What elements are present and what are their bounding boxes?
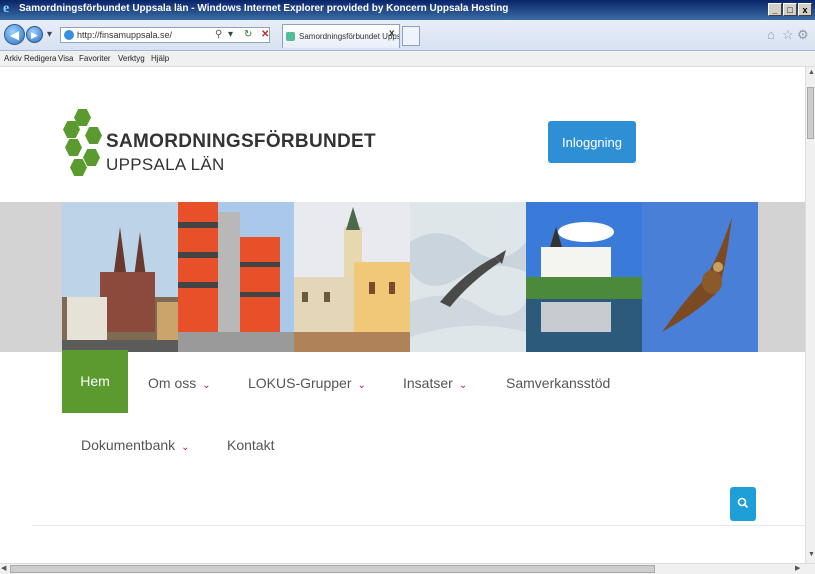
maximize-button[interactable]: □ [783,3,797,16]
horizontal-scrollbar[interactable]: ◀ ▶ [0,563,815,574]
close-window-button[interactable]: x [798,3,812,16]
new-tab-button[interactable] [402,26,420,46]
browser-tab[interactable]: Samordningsförbundet Upps... [282,24,400,48]
nav-item-label: Dokumentbank [81,437,176,453]
nav-item-lokus-grupper[interactable]: LOKUS-Grupper ⌄ [248,375,366,391]
scroll-up-icon[interactable]: ▲ [808,69,815,76]
menu-arkiv[interactable]: Arkiv [4,52,22,65]
content-divider [32,525,805,526]
scroll-left-icon[interactable]: ◀ [1,564,6,572]
search-button[interactable] [730,487,756,521]
minimize-button[interactable]: _ [768,3,782,16]
menu-verktyg[interactable]: Verktyg [118,52,145,65]
scroll-thumb[interactable] [10,565,655,573]
menu-bar: Arkiv Redigera Visa Favoriter Verktyg Hj… [0,51,815,67]
menu-hjalp[interactable]: Hjälp [151,52,169,65]
menu-visa[interactable]: Visa [58,52,73,65]
back-icon[interactable]: ◀ [4,24,25,45]
scroll-thumb[interactable] [807,87,814,139]
star-icon[interactable]: ☆ [782,27,794,43]
tab-close-icon[interactable]: x [389,28,395,39]
nav-item-label: Om oss [148,375,197,391]
scroll-right-icon[interactable]: ▶ [795,564,800,572]
search-icon [737,497,749,508]
logo-subtitle[interactable]: UPPSALA LÄN [106,155,225,175]
favicon-icon [286,32,295,41]
compat-dropdown-icon[interactable]: ▾ [228,28,233,42]
nav-item-hem[interactable]: Hem [62,350,128,413]
window-title-bar: e Samordningsförbundet Uppsala län - Win… [0,0,815,20]
login-button[interactable]: Inloggning [548,121,636,163]
cathedral-photo [62,202,178,352]
chevron-down-icon: ⌄ [181,442,190,453]
chevron-down-icon: ⌄ [357,380,366,391]
globe-icon [64,30,74,40]
nav-item-kontakt[interactable]: Kontakt [227,437,274,453]
search-icon[interactable]: ⚲ [215,28,222,42]
browser-toolbar: ◀ ▶ ▾ http://finsamuppsala.se/ ⚲ ▾ ↻ ✕ S… [0,20,815,51]
orange-building-photo [178,202,294,352]
chevron-down-icon: ⌄ [458,380,468,391]
forward-icon[interactable]: ▶ [26,26,43,43]
web-page: SAMORDNINGSFÖRBUNDET UPPSALA LÄN Inloggn… [0,67,805,563]
address-text: http://finsamuppsala.se/ [77,30,173,40]
logo-title[interactable]: SAMORDNINGSFÖRBUNDET [106,131,376,153]
castle-photo [526,202,642,352]
nav-item-om-oss[interactable]: Om oss ⌄ [148,375,211,391]
nav-item-insatser[interactable]: Insatser ⌄ [403,375,467,391]
nav-item-label: LOKUS-Grupper [248,375,352,391]
nav-item-label: Hem [80,373,110,389]
tab-title: Samordningsförbundet Upps... [299,32,400,41]
window-title: Samordningsförbundet Uppsala län - Windo… [19,3,509,14]
vertical-scrollbar[interactable]: ▲ ▼ [805,67,815,563]
eagle-photo [642,202,758,352]
refresh-icon[interactable]: ↻ [244,28,252,42]
menu-favoriter[interactable]: Favoriter [79,52,111,65]
gear-icon[interactable]: ⚙ [797,27,809,43]
history-dropdown-icon[interactable]: ▾ [47,28,52,42]
chevron-down-icon: ⌄ [202,380,211,391]
nav-item-label: Samverkansstöd [506,375,611,391]
nav-item-label: Insatser [403,375,453,391]
address-bar[interactable]: http://finsamuppsala.se/ [60,27,270,43]
ie-logo-icon: e [3,1,10,16]
nav-item-dokumentbank[interactable]: Dokumentbank ⌄ [81,437,190,453]
logo-hexagons-icon[interactable] [60,109,102,179]
stop-icon[interactable]: ✕ [261,28,269,42]
menu-redigera[interactable]: Redigera [24,52,56,65]
scroll-down-icon[interactable]: ▼ [808,551,815,558]
town-street-photo [294,202,410,352]
salmon-photo [410,202,526,352]
nav-item-samverkansstod[interactable]: Samverkansstöd [506,375,610,391]
nav-item-label: Kontakt [227,437,275,453]
home-icon[interactable]: ⌂ [767,27,775,42]
header-banner [0,202,805,352]
